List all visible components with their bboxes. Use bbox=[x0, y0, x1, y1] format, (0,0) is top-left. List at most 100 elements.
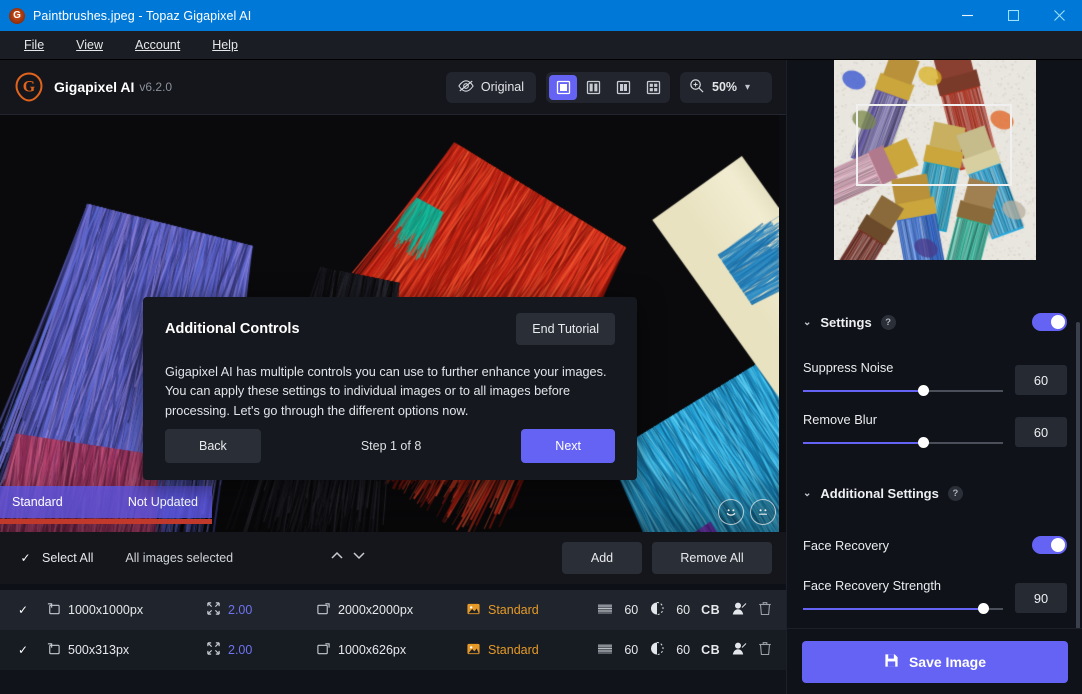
remove-blur-value[interactable]: 60 bbox=[1015, 417, 1067, 447]
feedback-neutral-icon[interactable] bbox=[750, 499, 776, 525]
row-output-size: 1000x626px bbox=[316, 642, 466, 659]
chevron-down-icon: ▾ bbox=[745, 82, 750, 93]
row-model-label: Standard bbox=[488, 603, 539, 617]
trash-icon[interactable] bbox=[758, 601, 772, 619]
remove-blur-slider[interactable] bbox=[803, 441, 1003, 445]
help-icon[interactable]: ? bbox=[948, 486, 963, 501]
app-header-toolbar: G Gigapixel AI v6.2.0 Original bbox=[0, 60, 786, 115]
menu-account[interactable]: Account bbox=[119, 34, 196, 56]
chevron-down-icon[interactable] bbox=[351, 549, 367, 567]
menu-file-label: File bbox=[24, 38, 44, 52]
tutorial-back-button[interactable]: Back bbox=[165, 429, 261, 463]
additional-settings-header[interactable]: ⌄ Additional Settings ? bbox=[787, 480, 1082, 506]
row-settings-icons: 60 60 CB bbox=[597, 641, 772, 659]
header-tools: Original 50% bbox=[446, 72, 772, 103]
chevron-up-icon[interactable] bbox=[329, 549, 345, 567]
chevron-down-icon[interactable]: ⌄ bbox=[803, 317, 811, 328]
save-image-label: Save Image bbox=[909, 654, 986, 670]
remove-blur-row: 60 bbox=[803, 439, 1067, 447]
menu-view[interactable]: View bbox=[60, 34, 119, 56]
status-state-label: Not Updated bbox=[128, 495, 198, 509]
feedback-happy-icon[interactable] bbox=[718, 499, 744, 525]
save-image-button[interactable]: Save Image bbox=[802, 641, 1068, 683]
table-row[interactable]: ✓ 500x313px 2.00 1000x626px bbox=[0, 630, 786, 670]
suppress-noise-value[interactable]: 60 bbox=[1015, 365, 1067, 395]
maximize-button[interactable] bbox=[990, 0, 1036, 31]
image-out-icon bbox=[316, 602, 331, 619]
blur-icon bbox=[649, 601, 665, 619]
toggle-knob bbox=[1051, 538, 1065, 552]
status-model-label: Standard bbox=[12, 495, 63, 509]
minimize-button[interactable] bbox=[944, 0, 990, 31]
face-recovery-row: Face Recovery bbox=[787, 536, 1082, 554]
face-recovery-strength-value[interactable]: 90 bbox=[1015, 583, 1067, 613]
chevron-down-icon[interactable]: ⌄ bbox=[803, 488, 811, 499]
settings-toggle[interactable] bbox=[1032, 313, 1067, 331]
menu-view-label: View bbox=[76, 38, 103, 52]
end-tutorial-button[interactable]: End Tutorial bbox=[516, 313, 615, 345]
navigator-preview[interactable] bbox=[787, 60, 1082, 268]
status-progress-bar bbox=[0, 519, 212, 524]
slider-thumb[interactable] bbox=[918, 385, 929, 396]
menu-bar: File View Account Help bbox=[0, 31, 1082, 60]
gigapixel-logo-icon: G bbox=[9, 8, 25, 24]
side-by-side-icon[interactable] bbox=[609, 75, 637, 100]
settings-section-header[interactable]: ⌄ Settings ? bbox=[787, 312, 1082, 332]
right-settings-panel: ⌄ Settings ? Suppress Noise 60 bbox=[786, 60, 1082, 694]
brand: G Gigapixel AI v6.2.0 bbox=[14, 72, 172, 102]
add-button[interactable]: Add bbox=[562, 542, 642, 574]
file-list: ✓ 1000x1000px 2.00 2000x2000px bbox=[0, 590, 786, 694]
status-badge: Standard Not Updated bbox=[0, 486, 212, 518]
slider-fill bbox=[803, 442, 923, 444]
row-checkbox[interactable]: ✓ bbox=[0, 643, 46, 658]
svg-text:G: G bbox=[23, 79, 36, 96]
single-pane-icon[interactable] bbox=[549, 75, 577, 100]
face-recovery-strength-control: Face Recovery Strength 90 bbox=[787, 578, 1082, 613]
zoom-level-dropdown[interactable]: 50% ▾ bbox=[680, 72, 772, 103]
sort-arrows[interactable] bbox=[329, 549, 367, 567]
gigapixel-brand-icon: G bbox=[14, 72, 44, 102]
face-recovery-toggle[interactable] bbox=[1032, 536, 1067, 554]
original-label: Original bbox=[481, 80, 524, 94]
grid-pane-icon[interactable] bbox=[639, 75, 667, 100]
row-scale-label: 2.00 bbox=[228, 603, 252, 617]
tutorial-header: Additional Controls End Tutorial bbox=[165, 313, 615, 345]
trash-icon[interactable] bbox=[758, 641, 772, 659]
tutorial-body-text: Gigapixel AI has multiple controls you c… bbox=[165, 363, 615, 421]
row-model[interactable]: Standard bbox=[466, 642, 597, 659]
suppress-noise-slider[interactable] bbox=[803, 389, 1003, 393]
remove-all-button[interactable]: Remove All bbox=[652, 542, 772, 574]
row-model[interactable]: Standard bbox=[466, 602, 597, 619]
help-icon[interactable]: ? bbox=[881, 315, 896, 330]
slider-thumb[interactable] bbox=[978, 603, 989, 614]
menu-help[interactable]: Help bbox=[196, 34, 254, 56]
row-blur-value: 60 bbox=[676, 603, 690, 617]
window-controls bbox=[944, 0, 1082, 31]
slider-thumb[interactable] bbox=[918, 437, 929, 448]
table-row[interactable]: ✓ 1000x1000px 2.00 2000x2000px bbox=[0, 590, 786, 630]
row-checkbox[interactable]: ✓ bbox=[0, 603, 46, 618]
tutorial-next-button[interactable]: Next bbox=[521, 429, 615, 463]
window-title: Paintbrushes.jpeg - Topaz Gigapixel AI bbox=[33, 9, 251, 23]
menu-file[interactable]: File bbox=[8, 34, 60, 56]
face-recovery-strength-slider[interactable] bbox=[803, 607, 1003, 611]
close-button[interactable] bbox=[1036, 0, 1082, 31]
select-all-checkbox[interactable]: ✓ Select All bbox=[18, 551, 93, 566]
row-settings-icons: 60 60 CB bbox=[597, 601, 772, 619]
view-mode-group bbox=[546, 72, 670, 103]
resize-icon bbox=[206, 641, 221, 659]
row-output-size-label: 1000x626px bbox=[338, 643, 406, 657]
row-input-size-label: 1000x1000px bbox=[68, 603, 143, 617]
tutorial-step-indicator: Step 1 of 8 bbox=[361, 439, 421, 453]
noise-icon bbox=[597, 642, 613, 659]
original-toggle-button[interactable]: Original bbox=[446, 72, 536, 103]
split-pane-icon[interactable] bbox=[579, 75, 607, 100]
row-model-label: Standard bbox=[488, 643, 539, 657]
row-blur-value: 60 bbox=[676, 643, 690, 657]
feedback-group bbox=[718, 499, 776, 525]
tutorial-footer: Back Step 1 of 8 Next bbox=[165, 429, 615, 463]
toggle-knob bbox=[1051, 315, 1065, 329]
navigator-viewport-rect[interactable] bbox=[856, 104, 1012, 186]
face-recovery-strength-row: 90 bbox=[803, 605, 1067, 613]
row-scale: 2.00 bbox=[206, 601, 316, 619]
